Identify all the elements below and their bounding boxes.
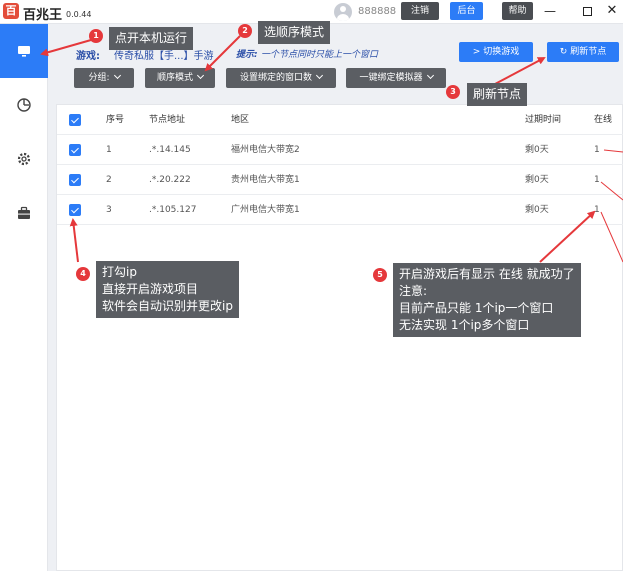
- header-address: 节点地址: [149, 115, 186, 125]
- annotation-badge-5: 5: [373, 268, 387, 282]
- chevron-down-icon: [315, 71, 324, 80]
- row-checkbox[interactable]: [69, 174, 81, 186]
- row-index: 3: [106, 205, 112, 215]
- row-online: 1: [594, 175, 600, 185]
- annotation-note-5: 开启游戏后有显示 在线 就成功了 注意: 目前产品只能 1个ip一个窗口 无法实…: [393, 263, 581, 337]
- annotation-4-line-1: 打勾ip: [102, 265, 137, 279]
- app-window: 百 百兆王 0.0.44 888888 注销 后台 帮助 — ✕ 游戏: 传奇私…: [0, 0, 623, 571]
- header-index: 序号: [106, 115, 125, 125]
- annotation-note-3: 刷新节点: [467, 83, 528, 106]
- row-region: 贵州电信大带宽1: [231, 175, 300, 185]
- sequence-mode-label: 顺序模式: [156, 73, 193, 83]
- row-checkbox[interactable]: [69, 144, 81, 156]
- bind-emulator-dropdown[interactable]: 一键绑定模拟器: [346, 68, 446, 88]
- row-expiry: 剩0天: [525, 175, 549, 185]
- annotation-5-line-4: 无法实现 1个ip多个窗口: [399, 318, 530, 332]
- username: 888888: [358, 6, 397, 17]
- app-logo: 百: [3, 3, 19, 19]
- sidebar-item-local-run[interactable]: [0, 24, 48, 78]
- row-address: .*.14.145: [149, 145, 191, 155]
- sidebar-item-history[interactable]: [0, 78, 48, 132]
- row-region: 福州电信大带宽2: [231, 145, 300, 155]
- header-region: 地区: [231, 115, 250, 125]
- table-header: 序号 节点地址 地区 过期时间 在线: [57, 105, 623, 135]
- app-name: 百兆王: [23, 8, 63, 23]
- row-address: .*.20.222: [149, 175, 191, 185]
- chevron-down-icon: [426, 71, 434, 80]
- avatar-icon[interactable]: [334, 3, 352, 21]
- annotation-note-1: 点开本机运行: [109, 27, 194, 50]
- close-icon[interactable]: ✕: [602, 3, 622, 19]
- row-expiry: 剩0天: [525, 205, 549, 215]
- backend-button[interactable]: 后台: [450, 2, 483, 20]
- switch-game-button[interactable]: > 切换游戏: [459, 42, 533, 62]
- select-all-checkbox[interactable]: [69, 114, 81, 126]
- sidebar: [0, 24, 48, 571]
- row-checkbox[interactable]: [69, 204, 81, 216]
- gear-icon: [17, 152, 31, 166]
- table-row[interactable]: 2 .*.20.222 贵州电信大带宽1 剩0天 1: [57, 165, 623, 195]
- row-index: 2: [106, 175, 112, 185]
- hint-label: 提示:: [236, 50, 258, 60]
- help-button[interactable]: 帮助: [502, 2, 533, 20]
- annotation-badge-1: 1: [89, 29, 103, 43]
- row-online: 1: [594, 205, 600, 215]
- annotation-note-2: 选顺序模式: [258, 21, 331, 44]
- maximize-icon[interactable]: [577, 3, 597, 19]
- bind-windows-label: 设置绑定的窗口数: [239, 73, 312, 83]
- table-row[interactable]: 3 .*.105.127 广州电信大带宽1 剩0天 1: [57, 195, 623, 225]
- chevron-down-icon: [113, 71, 121, 80]
- annotation-4-line-2: 直接开启游戏项目: [102, 282, 199, 296]
- hint-value: 一个节点同时只能上一个窗口: [261, 50, 379, 60]
- row-index: 1: [106, 145, 112, 155]
- annotation-badge-2: 2: [238, 24, 252, 38]
- annotation-badge-4: 4: [76, 267, 90, 281]
- sidebar-item-tools[interactable]: [0, 186, 48, 240]
- row-region: 广州电信大带宽1: [231, 205, 300, 215]
- refresh-node-button[interactable]: ↻ 刷新节点: [547, 42, 619, 62]
- row-online: 1: [594, 145, 600, 155]
- group-dropdown[interactable]: 分组:: [74, 68, 134, 88]
- briefcase-icon: [18, 206, 30, 219]
- annotation-5-line-2: 注意:: [399, 284, 428, 298]
- node-table: 序号 节点地址 地区 过期时间 在线 1 .*.14.145 福州电信大带宽2 …: [56, 104, 623, 571]
- row-address: .*.105.127: [149, 205, 197, 215]
- bind-windows-dropdown[interactable]: 设置绑定的窗口数: [226, 68, 336, 88]
- minimize-icon[interactable]: —: [540, 3, 560, 19]
- row-expiry: 剩0天: [525, 145, 549, 155]
- group-dropdown-label: 分组:: [88, 73, 110, 83]
- monitor-icon: [18, 46, 30, 57]
- header-expiry: 过期时间: [525, 115, 562, 125]
- header-online: 在线: [594, 115, 613, 125]
- app-version: 0.0.44: [66, 10, 92, 19]
- sidebar-item-settings[interactable]: [0, 132, 48, 186]
- table-row[interactable]: 1 .*.14.145 福州电信大带宽2 剩0天 1: [57, 135, 623, 165]
- annotation-4-line-3: 软件会自动识别并更改ip: [102, 299, 233, 313]
- chevron-down-icon: [196, 71, 205, 80]
- annotation-note-4: 打勾ip 直接开启游戏项目 软件会自动识别并更改ip: [96, 261, 239, 318]
- annotation-5-line-1: 开启游戏后有显示 在线 就成功了: [399, 267, 575, 281]
- sequence-mode-dropdown[interactable]: 顺序模式: [145, 68, 215, 88]
- logout-button[interactable]: 注销: [401, 2, 439, 20]
- clock-icon: [17, 98, 31, 112]
- game-label: 游戏:: [76, 51, 100, 62]
- bind-emulator-label: 一键绑定模拟器: [359, 73, 423, 83]
- annotation-badge-3: 3: [446, 85, 460, 99]
- annotation-5-line-3: 目前产品只能 1个ip一个窗口: [399, 301, 554, 315]
